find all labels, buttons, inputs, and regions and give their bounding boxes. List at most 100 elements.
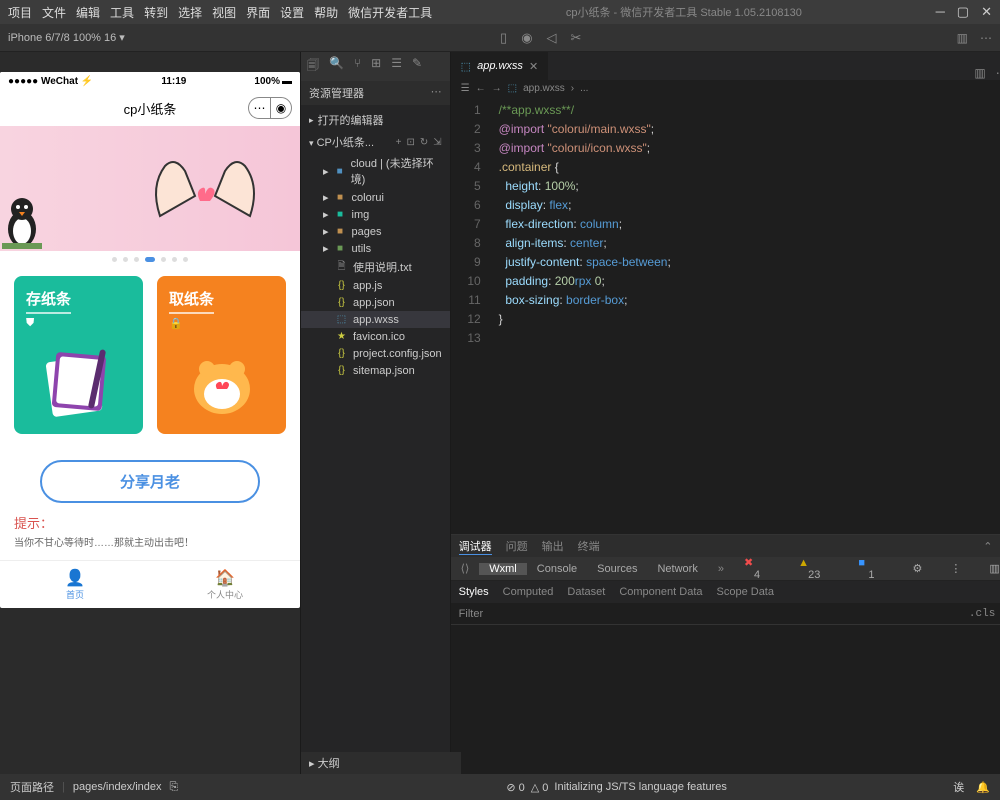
save-note-card[interactable]: 存纸条 ⛊ <box>14 276 143 434</box>
bell-icon[interactable]: 🔔 <box>976 781 990 794</box>
tabs-overflow-icon[interactable]: » <box>708 563 734 575</box>
capsule-menu-icon[interactable]: ⋯ <box>248 97 270 119</box>
collapse-icon[interactable]: ⇲ <box>433 137 441 148</box>
search-icon[interactable]: 🔍 <box>329 56 344 77</box>
menu-view[interactable]: 视图 <box>212 4 236 21</box>
tree-folder-pages[interactable]: ▸■pages <box>301 223 450 240</box>
device-selector[interactable]: iPhone 6/7/8 100% 16 ▾ <box>8 31 125 44</box>
tab-styles[interactable]: Styles <box>459 586 489 598</box>
split-editor-icon[interactable]: ▥ <box>974 66 985 80</box>
menu-devtools[interactable]: 微信开发者工具 <box>348 4 432 21</box>
tab-output[interactable]: 输出 <box>542 538 564 554</box>
open-editors-section[interactable]: ▸打开的编辑器 <box>301 109 450 131</box>
breadcrumb[interactable]: ☰ ← → ⬚ app.wxss ›... <box>451 80 1000 97</box>
new-folder-icon[interactable]: ⊡ <box>407 137 415 148</box>
tree-file-appwxss[interactable]: ⬚app.wxss <box>301 311 450 328</box>
brush-icon[interactable]: ✎ <box>412 56 422 77</box>
tab-computed[interactable]: Computed <box>503 586 554 598</box>
tree-file-appjs[interactable]: {}app.js <box>301 277 450 294</box>
editor-more-icon[interactable]: ⋯ <box>996 66 1000 80</box>
tab-profile[interactable]: 🏠个人中心 <box>150 561 300 608</box>
tree-file-readme[interactable]: 🗎使用说明.txt <box>301 257 450 277</box>
dot[interactable] <box>183 257 188 262</box>
tree-folder-cloud[interactable]: ▸■cloud | (未选择环境) <box>301 153 450 189</box>
dot[interactable] <box>134 257 139 262</box>
tab-wxml[interactable]: Wxml <box>479 563 527 575</box>
warning-count[interactable]: ▲ 23 <box>788 557 840 581</box>
files-icon[interactable]: 🗐 <box>307 56 319 77</box>
explorer-more-icon[interactable]: ⋯ <box>431 85 442 101</box>
new-file-icon[interactable]: + <box>396 137 402 148</box>
menu-ui[interactable]: 界面 <box>246 4 270 21</box>
more-icon[interactable]: ⋯ <box>980 31 992 45</box>
cut-icon[interactable]: ✂ <box>571 30 582 46</box>
close-icon[interactable]: ✕ <box>981 4 992 20</box>
tab-console[interactable]: Console <box>527 563 587 575</box>
tab-compdata[interactable]: Component Data <box>619 586 702 598</box>
menu-tools[interactable]: 工具 <box>110 4 134 21</box>
banner-image[interactable] <box>0 126 300 251</box>
tree-folder-colorui[interactable]: ▸■colorui <box>301 189 450 206</box>
ext-icon[interactable]: ⊞ <box>371 56 381 77</box>
outline-section[interactable]: ▸ 大纲 <box>301 752 461 774</box>
robot-icon[interactable]: ☰ <box>391 56 402 77</box>
chevron-up-icon[interactable]: ⌃ <box>983 540 992 553</box>
tab-problems[interactable]: 问题 <box>506 538 528 554</box>
code-content[interactable]: /**app.wxss**/ @import "colorui/main.wxs… <box>491 97 671 534</box>
tree-folder-img[interactable]: ▸■img <box>301 206 450 223</box>
menu-goto[interactable]: 转到 <box>144 4 168 21</box>
menu-settings[interactable]: 设置 <box>280 4 304 21</box>
maximize-icon[interactable]: ▢ <box>957 4 969 20</box>
code-editor[interactable]: 12345678910111213 /**app.wxss**/ @import… <box>451 97 1000 534</box>
menu-help[interactable]: 帮助 <box>314 4 338 21</box>
tree-file-appjson[interactable]: {}app.json <box>301 294 450 311</box>
editor-tab-appwxss[interactable]: ⬚ app.wxss ✕ <box>451 52 548 80</box>
forward-icon[interactable]: → <box>492 83 502 94</box>
cls-toggle[interactable]: .cls <box>969 608 995 620</box>
tab-close-icon[interactable]: ✕ <box>529 60 538 73</box>
menu-select[interactable]: 选择 <box>178 4 202 21</box>
share-button[interactable]: 分享月老 <box>40 460 260 503</box>
record-icon[interactable]: ◉ <box>521 30 532 46</box>
tree-file-sitemap[interactable]: {}sitemap.json <box>301 362 450 379</box>
info-count[interactable]: ■ 1 <box>848 557 894 581</box>
error-badge[interactable]: ⊘ 0 <box>506 781 524 794</box>
dot[interactable] <box>112 257 117 262</box>
tab-network[interactable]: Network <box>647 563 707 575</box>
tree-file-favicon[interactable]: ★favicon.ico <box>301 328 450 345</box>
page-path[interactable]: pages/index/index <box>73 781 162 793</box>
tree-file-projectcfg[interactable]: {}project.config.json <box>301 345 450 362</box>
refresh-icon[interactable]: ↻ <box>420 137 428 148</box>
capsule-close-icon[interactable]: ◉ <box>270 97 292 119</box>
dock-icon[interactable]: ▥ <box>979 562 1000 575</box>
tab-terminal[interactable]: 终端 <box>578 538 600 554</box>
lang-indicator[interactable]: 诶 <box>953 779 964 795</box>
dot[interactable] <box>123 257 128 262</box>
dot-active[interactable] <box>145 257 155 262</box>
dot[interactable] <box>161 257 166 262</box>
menu-edit[interactable]: 编辑 <box>76 4 100 21</box>
dot[interactable] <box>172 257 177 262</box>
minimize-icon[interactable]: ─ <box>936 4 945 20</box>
tab-home[interactable]: 👤首页 <box>0 561 150 608</box>
get-note-card[interactable]: 取纸条 🔒 <box>157 276 286 434</box>
phone-icon[interactable]: ▯ <box>500 30 507 46</box>
menu-file[interactable]: 文件 <box>42 4 66 21</box>
tab-scopedata[interactable]: Scope Data <box>717 586 774 598</box>
tab-debugger[interactable]: 调试器 <box>459 538 492 555</box>
split-icon[interactable]: ▥ <box>957 31 968 45</box>
tree-folder-utils[interactable]: ▸■utils <box>301 240 450 257</box>
copy-icon[interactable]: ⎘ <box>170 781 179 794</box>
error-count[interactable]: ✖ 4 <box>734 556 780 581</box>
elements-icon[interactable]: ⟨⟩ <box>451 562 480 575</box>
send-icon[interactable]: ◁ <box>547 30 557 46</box>
warning-badge[interactable]: △ 0 <box>531 781 549 794</box>
tab-dataset[interactable]: Dataset <box>567 586 605 598</box>
vdots-icon[interactable]: ⋮ <box>940 562 971 575</box>
branch-icon[interactable]: ⑂ <box>354 56 361 77</box>
back-icon[interactable]: ← <box>476 83 486 94</box>
gear-icon[interactable]: ⚙ <box>902 562 932 575</box>
project-root[interactable]: ▾ CP小纸条... +⊡↻⇲ <box>301 131 450 153</box>
tab-sources[interactable]: Sources <box>587 563 647 575</box>
filter-input[interactable]: Filter <box>459 608 483 620</box>
